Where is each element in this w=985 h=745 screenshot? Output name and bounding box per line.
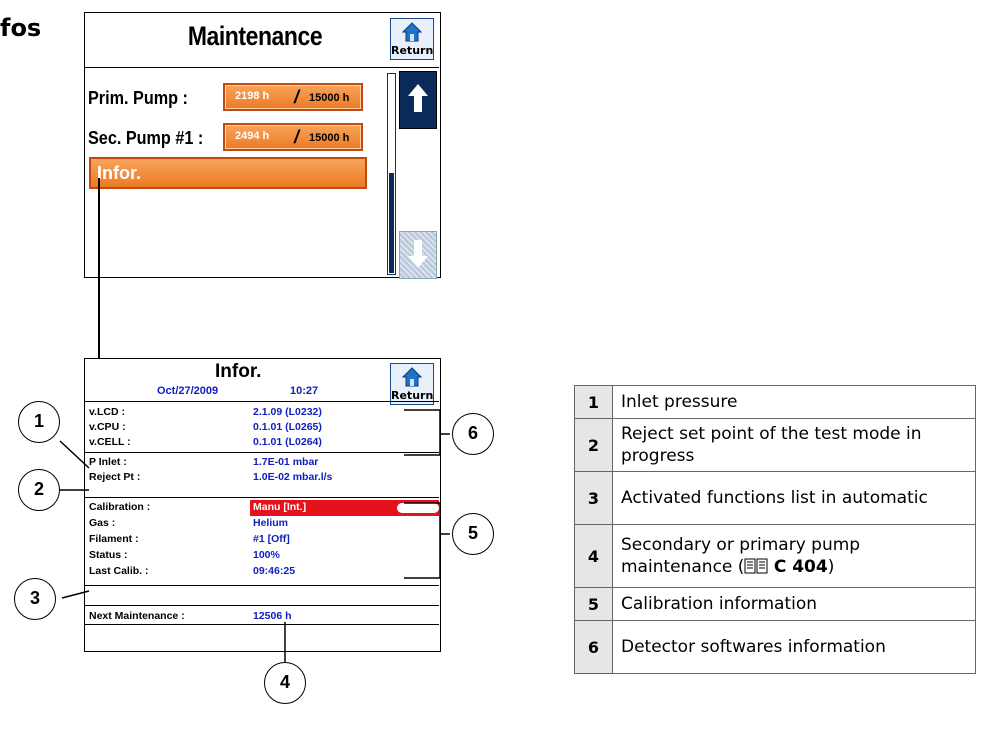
legend-row: 3 Activated functions list in automatic — [574, 471, 976, 525]
legend-text: Inlet pressure — [612, 385, 976, 419]
legend-suffix: ) — [827, 557, 835, 577]
callout-1: 1 — [18, 401, 60, 443]
legend-row: 4 Secondary or primary pump maintenance … — [574, 524, 976, 588]
legend-text: Reject set point of the test mode in pro… — [612, 418, 976, 472]
legend-text-cell: Secondary or primary pump maintenance ( … — [612, 524, 976, 588]
legend-row: 2 Reject set point of the test mode in p… — [574, 418, 976, 472]
legend-number: 1 — [574, 385, 613, 419]
legend-number: 5 — [574, 587, 613, 621]
legend-number: 3 — [574, 471, 613, 525]
legend-table: 1 Inlet pressure 2 Reject set point of t… — [574, 385, 976, 674]
legend-text: Calibration information — [612, 587, 976, 621]
callout-2: 2 — [18, 469, 60, 511]
callout-4: 4 — [264, 662, 306, 704]
legend-number: 2 — [574, 418, 613, 472]
legend-row: 6 Detector softwares information — [574, 620, 976, 674]
manual-book-icon — [744, 558, 768, 574]
legend-number: 6 — [574, 620, 613, 674]
callout-6: 6 — [452, 413, 494, 455]
legend-row: 1 Inlet pressure — [574, 385, 976, 419]
legend-number: 4 — [574, 524, 613, 588]
callout-5: 5 — [452, 513, 494, 555]
legend-text: Activated functions list in automatic — [612, 471, 976, 525]
legend-text: Detector softwares information — [612, 620, 976, 674]
callout-3: 3 — [14, 578, 56, 620]
legend-row: 5 Calibration information — [574, 587, 976, 621]
legend-reference[interactable]: C 404 — [774, 557, 828, 577]
